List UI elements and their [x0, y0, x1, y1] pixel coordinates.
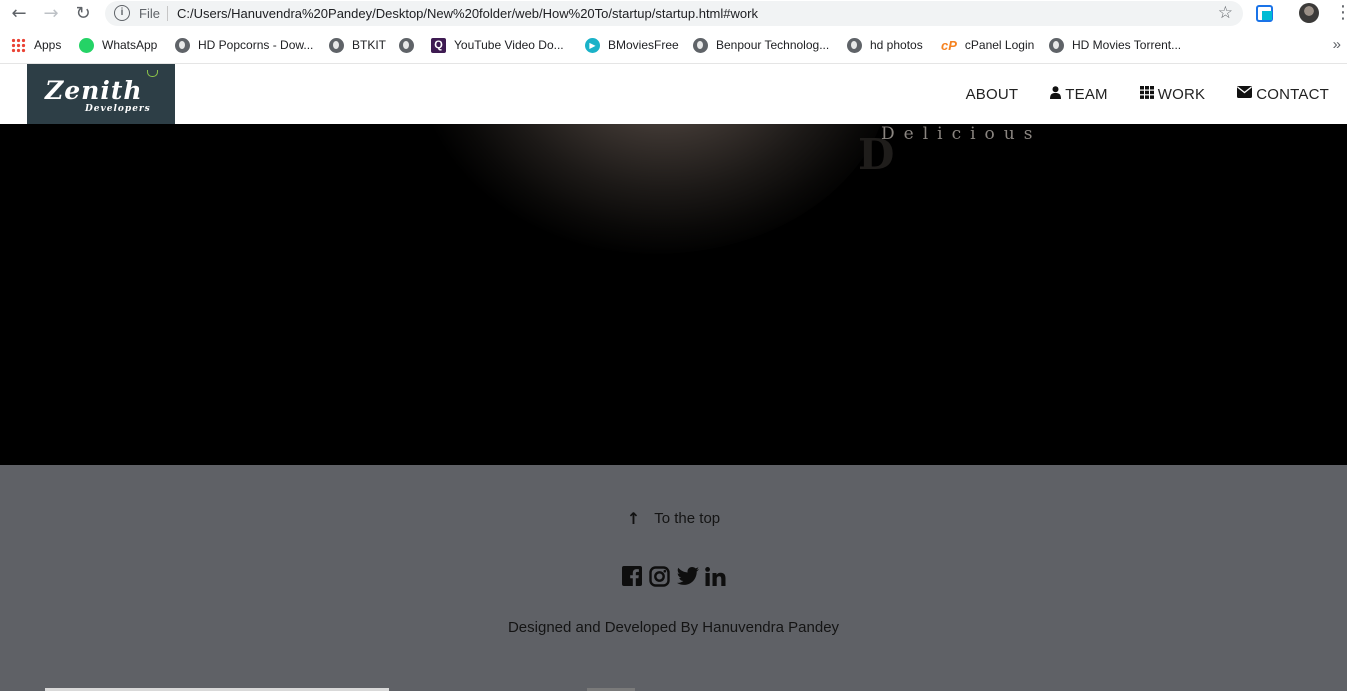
- grid-icon: [1139, 85, 1154, 103]
- whatsapp-icon: [79, 37, 94, 53]
- q-icon: Q: [431, 37, 446, 53]
- globe-icon: [1049, 37, 1064, 53]
- bookmark-btkit[interactable]: BTKIT: [329, 36, 386, 54]
- cpanel-icon: cP: [941, 37, 957, 53]
- to-the-top-link[interactable]: ↑ To the top: [0, 509, 1347, 528]
- hero-image: D Delicious: [0, 124, 1347, 465]
- extension-icon[interactable]: [1256, 5, 1273, 22]
- nav-label: CONTACT: [1256, 85, 1329, 103]
- bookmark-whatsapp[interactable]: WhatsApp: [79, 36, 157, 54]
- linkedin-icon[interactable]: [705, 565, 727, 587]
- address-bar[interactable]: i File C:/Users/Hanuvendra%20Pandey/Desk…: [105, 1, 1243, 26]
- logo-title: Zenith: [45, 76, 143, 105]
- reload-icon[interactable]: ↻: [72, 3, 94, 24]
- globe-icon: [399, 37, 414, 53]
- bookmark-bmoviesfree[interactable]: ▶ BMoviesFree: [585, 36, 679, 54]
- browser-toolbar: ← → ↻ i File C:/Users/Hanuvendra%20Pande…: [0, 0, 1347, 27]
- info-icon[interactable]: i: [114, 5, 130, 21]
- facebook-icon[interactable]: [621, 565, 643, 587]
- site-footer: ↑ To the top Designed and Developed By H…: [0, 465, 1347, 691]
- globe-icon: [175, 37, 190, 53]
- bookmark-cpanel[interactable]: cP cPanel Login: [941, 36, 1034, 54]
- bookmark-label: hd photos: [870, 38, 923, 52]
- star-icon[interactable]: ☆: [1218, 3, 1233, 23]
- nav-label: ABOUT: [965, 85, 1019, 103]
- nav-label: TEAM: [1065, 85, 1108, 103]
- bookmark-youtube-video[interactable]: Q YouTube Video Do...: [431, 36, 564, 54]
- to-the-top-label: To the top: [654, 510, 721, 527]
- instagram-icon[interactable]: [649, 565, 671, 587]
- site-header: Zenith Developers ABOUT TEAM WORK CONTAC…: [0, 64, 1347, 124]
- address-separator: [167, 6, 168, 21]
- more-menu-icon[interactable]: ⋮: [1334, 2, 1347, 22]
- chevron-double-right-icon[interactable]: »: [1333, 36, 1341, 53]
- nav-contact[interactable]: CONTACT: [1237, 86, 1329, 103]
- bookmark-label: Apps: [34, 38, 62, 52]
- bookmarks-bar: Apps WhatsApp HD Popcorns - Dow... BTKIT…: [0, 27, 1347, 64]
- apps-grid-icon: [11, 37, 26, 53]
- twitter-icon[interactable]: [676, 565, 699, 587]
- logo-subtitle: Developers: [85, 104, 151, 114]
- social-links: [0, 565, 1347, 587]
- user-icon: [1050, 85, 1062, 103]
- main-nav: ABOUT TEAM WORK CONTACT: [934, 64, 1347, 124]
- hero-glow: [420, 124, 890, 254]
- bookmark-label: cPanel Login: [964, 38, 1035, 52]
- bookmark-label: WhatsApp: [102, 38, 158, 52]
- footer-credit: Designed and Developed By Hanuvendra Pan…: [507, 619, 840, 636]
- nav-label: WORK: [1157, 85, 1206, 103]
- bookmark-label: HD Popcorns - Dow...: [198, 38, 314, 52]
- bookmark-label: YouTube Video Do...: [454, 38, 564, 52]
- play-icon: ▶: [585, 37, 600, 53]
- bookmark-hd-popcorns[interactable]: HD Popcorns - Dow...: [175, 36, 313, 54]
- site-logo[interactable]: Zenith Developers: [27, 64, 175, 124]
- bookmark-benpour[interactable]: Benpour Technolog...: [693, 36, 829, 54]
- address-url[interactable]: C:/Users/Hanuvendra%20Pandey/Desktop/New…: [177, 6, 758, 21]
- globe-icon: [847, 37, 862, 53]
- nav-work[interactable]: WORK: [1139, 85, 1206, 103]
- bookmark-label: BTKIT: [352, 38, 387, 52]
- logo-mark-icon: [147, 70, 158, 77]
- profile-avatar[interactable]: [1299, 3, 1319, 23]
- back-arrow-icon[interactable]: ←: [8, 3, 30, 24]
- hero-text: Delicious: [881, 124, 1042, 144]
- forward-arrow-icon[interactable]: →: [40, 3, 62, 24]
- envelope-icon: [1237, 86, 1253, 102]
- bookmark-hd-movies-torrent[interactable]: HD Movies Torrent...: [1049, 36, 1181, 54]
- bookmark-unnamed[interactable]: [399, 36, 422, 54]
- bookmark-apps[interactable]: Apps: [11, 36, 61, 54]
- arrow-up-icon: ↑: [626, 509, 641, 528]
- bookmark-hd-photos[interactable]: hd photos: [847, 36, 923, 54]
- bookmark-label: HD Movies Torrent...: [1072, 38, 1182, 52]
- nav-about[interactable]: ABOUT: [966, 86, 1019, 103]
- globe-icon: [693, 37, 708, 53]
- globe-icon: [329, 37, 344, 53]
- bookmark-label: Benpour Technolog...: [716, 38, 830, 52]
- nav-team[interactable]: TEAM: [1050, 85, 1108, 103]
- bookmark-label: BMoviesFree: [608, 38, 679, 52]
- address-scheme-label: File: [139, 6, 160, 21]
